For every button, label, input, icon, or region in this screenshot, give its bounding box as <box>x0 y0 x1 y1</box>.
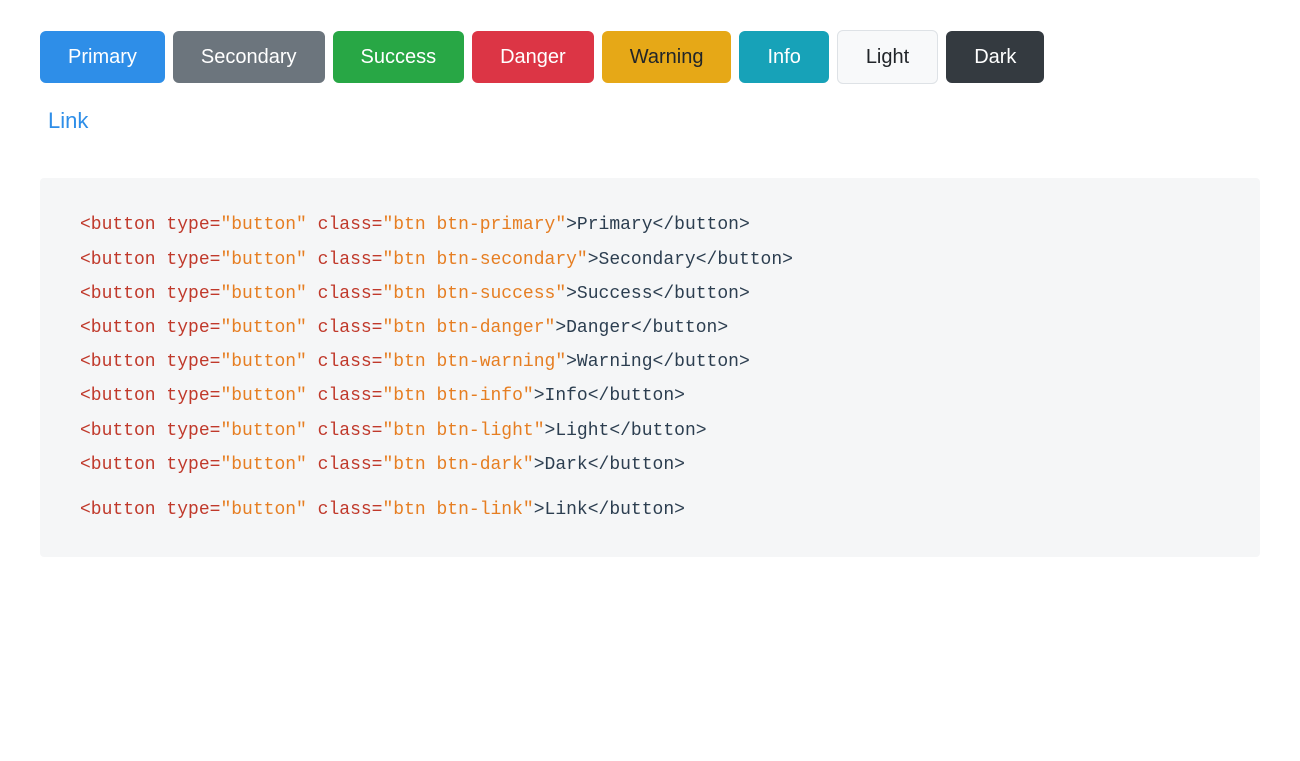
success-button[interactable]: Success <box>333 31 465 83</box>
link-button[interactable]: Link <box>40 104 96 138</box>
button-row: Primary Secondary Success Danger Warning… <box>40 30 1260 84</box>
code-line-2: <button type="button" class="btn btn-sec… <box>80 243 1220 277</box>
code-line-6: <button type="button" class="btn btn-inf… <box>80 379 1220 413</box>
code-line-3: <button type="button" class="btn btn-suc… <box>80 277 1220 311</box>
code-line-4: <button type="button" class="btn btn-dan… <box>80 311 1220 345</box>
code-line-9: <button type="button" class="btn btn-lin… <box>80 493 1220 527</box>
code-line-8: <button type="button" class="btn btn-dar… <box>80 448 1220 482</box>
code-line-1: <button type="button" class="btn btn-pri… <box>80 208 1220 242</box>
code-line-5: <button type="button" class="btn btn-war… <box>80 345 1220 379</box>
info-button[interactable]: Info <box>739 31 828 83</box>
code-spacer <box>80 482 1220 493</box>
primary-button[interactable]: Primary <box>40 31 165 83</box>
danger-button[interactable]: Danger <box>472 31 594 83</box>
code-block: <button type="button" class="btn btn-pri… <box>40 178 1260 556</box>
secondary-button[interactable]: Secondary <box>173 31 325 83</box>
dark-button[interactable]: Dark <box>946 31 1044 83</box>
code-line-7: <button type="button" class="btn btn-lig… <box>80 414 1220 448</box>
light-button[interactable]: Light <box>837 30 938 84</box>
warning-button[interactable]: Warning <box>602 31 732 83</box>
link-row: Link <box>40 104 1260 138</box>
